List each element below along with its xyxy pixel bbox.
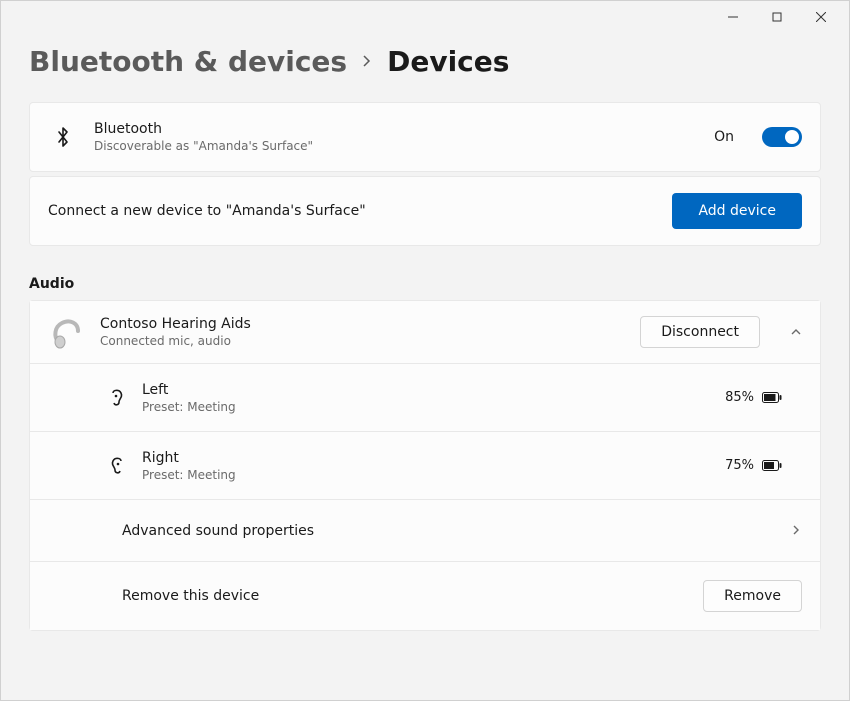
breadcrumb: Bluetooth & devices Devices — [29, 45, 821, 78]
device-group: Contoso Hearing Aids Connected mic, audi… — [29, 300, 821, 631]
settings-window: Bluetooth & devices Devices Bluetooth Di… — [0, 0, 850, 701]
right-battery-percent: 75% — [725, 458, 754, 473]
maximize-icon — [772, 12, 782, 22]
left-ear-battery: 85% — [725, 390, 802, 405]
device-name: Contoso Hearing Aids — [100, 316, 626, 332]
right-ear-preset: Preset: Meeting — [142, 468, 711, 482]
left-ear-row[interactable]: Left Preset: Meeting 85% — [30, 364, 820, 432]
ear-right-icon — [106, 457, 128, 475]
chevron-up-icon[interactable] — [790, 323, 802, 342]
left-ear-label: Left — [142, 382, 711, 398]
bluetooth-toggle[interactable] — [762, 127, 802, 147]
maximize-button[interactable] — [755, 2, 799, 32]
left-battery-percent: 85% — [725, 390, 754, 405]
close-button[interactable] — [799, 2, 843, 32]
bluetooth-toggle-label: On — [714, 129, 734, 145]
bluetooth-card: Bluetooth Discoverable as "Amanda's Surf… — [29, 102, 821, 172]
chevron-right-icon — [361, 52, 373, 71]
bluetooth-text: Bluetooth Discoverable as "Amanda's Surf… — [94, 121, 698, 153]
remove-device-label: Remove this device — [122, 588, 703, 604]
advanced-sound-row[interactable]: Advanced sound properties — [30, 500, 820, 562]
remove-device-row: Remove this device Remove — [30, 562, 820, 630]
window-titlebar — [1, 1, 849, 33]
close-icon — [816, 12, 826, 22]
right-ear-row[interactable]: Right Preset: Meeting 75% — [30, 432, 820, 500]
advanced-sound-label: Advanced sound properties — [122, 523, 790, 539]
bluetooth-title: Bluetooth — [94, 121, 698, 137]
bluetooth-subtitle: Discoverable as "Amanda's Surface" — [94, 139, 698, 153]
ear-left-icon — [106, 389, 128, 407]
minimize-icon — [728, 12, 738, 22]
device-header-row[interactable]: Contoso Hearing Aids Connected mic, audi… — [30, 301, 820, 364]
minimize-button[interactable] — [711, 2, 755, 32]
add-device-card: Connect a new device to "Amanda's Surfac… — [29, 176, 821, 246]
breadcrumb-parent[interactable]: Bluetooth & devices — [29, 45, 347, 78]
disconnect-button[interactable]: Disconnect — [640, 316, 760, 348]
battery-icon — [762, 460, 782, 471]
page-content: Bluetooth & devices Devices Bluetooth Di… — [1, 45, 849, 659]
battery-icon — [762, 392, 782, 403]
right-ear-battery: 75% — [725, 458, 802, 473]
chevron-right-icon — [790, 521, 802, 540]
device-status: Connected mic, audio — [100, 334, 626, 348]
breadcrumb-current: Devices — [387, 45, 509, 78]
remove-button[interactable]: Remove — [703, 580, 802, 612]
bluetooth-icon — [48, 126, 78, 148]
connect-device-text: Connect a new device to "Amanda's Surfac… — [48, 203, 656, 219]
add-device-button[interactable]: Add device — [672, 193, 802, 229]
right-ear-label: Right — [142, 450, 711, 466]
hearing-aid-icon — [48, 313, 86, 351]
left-ear-preset: Preset: Meeting — [142, 400, 711, 414]
audio-section-title: Audio — [29, 276, 821, 292]
